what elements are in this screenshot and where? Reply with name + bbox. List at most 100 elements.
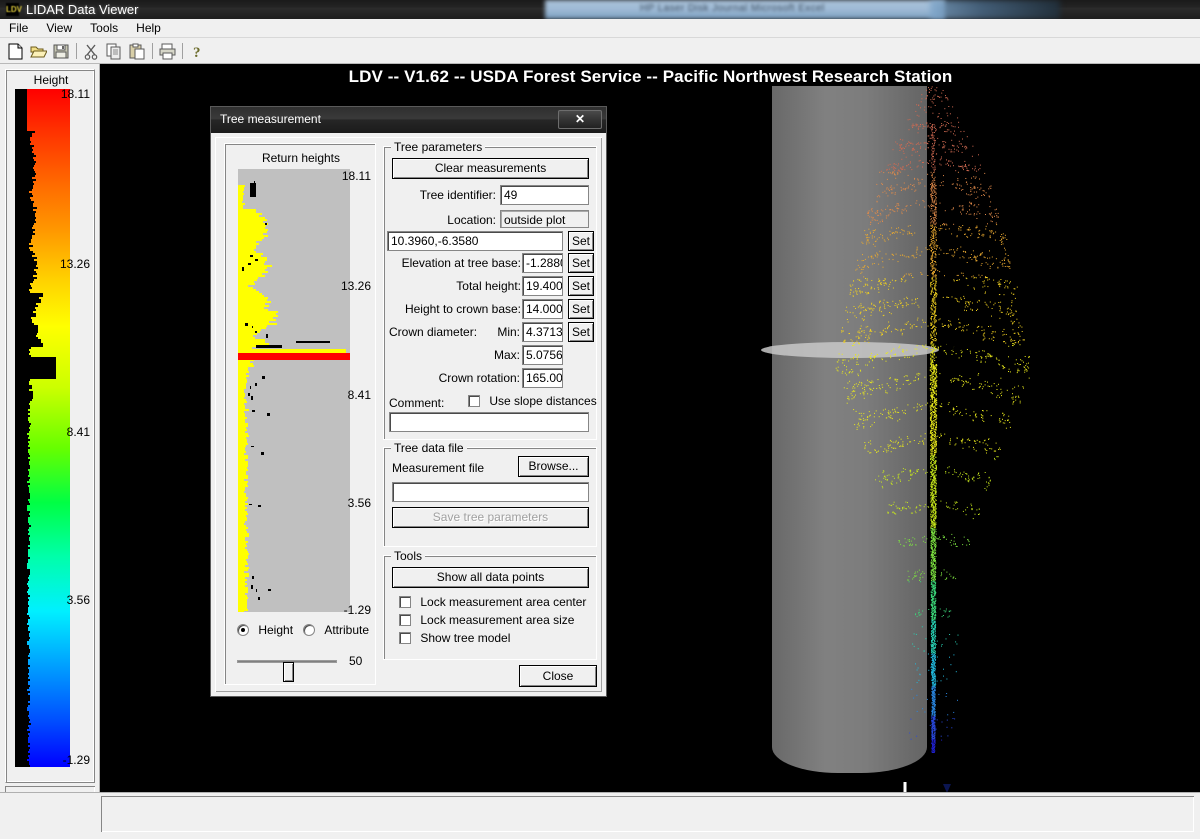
new-document-icon bbox=[8, 43, 23, 60]
location-label: Location: bbox=[447, 213, 496, 227]
set-crown-base-button[interactable]: Set bbox=[568, 299, 594, 319]
show-tree-model-label: Show tree model bbox=[420, 631, 511, 645]
lock-measurement-area-center-label: Lock measurement area center bbox=[420, 595, 587, 609]
return-heights-title: Return heights bbox=[261, 151, 341, 165]
radio-height-label: Height bbox=[258, 623, 294, 637]
open-folder-icon bbox=[30, 46, 47, 58]
height-histogram-canvas[interactable] bbox=[15, 89, 70, 767]
app-icon: LDV bbox=[6, 3, 22, 16]
coordinates-input[interactable]: 10.3960,-6.3580 bbox=[387, 231, 563, 251]
radio-attribute-label: Attribute bbox=[324, 623, 370, 637]
tree-identifier-label: Tree identifier: bbox=[419, 188, 496, 202]
return-heights-plot[interactable] bbox=[238, 169, 350, 612]
radio-attribute-indicator[interactable] bbox=[303, 624, 315, 636]
tree-height-annotation: 12.51 bbox=[943, 335, 986, 354]
show-all-data-points-button[interactable]: Show all data points bbox=[392, 567, 589, 588]
radio-attribute[interactable]: Attribute bbox=[303, 623, 369, 637]
point-size-slider-track[interactable] bbox=[237, 660, 337, 682]
open-file-button[interactable] bbox=[27, 41, 50, 62]
set-crown-diameter-button[interactable]: Set bbox=[568, 322, 594, 342]
return-heights-label-2: 13.26 bbox=[340, 279, 371, 293]
tree-identifier-input[interactable]: 49 bbox=[500, 185, 589, 205]
lock-measurement-area-size-checkbox[interactable] bbox=[399, 614, 411, 626]
save-tree-parameters-button[interactable]: Save tree parameters bbox=[392, 507, 589, 528]
crown-base-input[interactable]: 14.0000 bbox=[522, 299, 563, 319]
help-button[interactable]: ? bbox=[186, 41, 209, 62]
point-size-slider-value: 50 bbox=[349, 654, 363, 668]
toolbar-separator-1 bbox=[73, 41, 80, 61]
return-heights-label-4: 3.56 bbox=[347, 496, 371, 510]
toolbar-separator-3 bbox=[179, 41, 186, 61]
toolbar: ? bbox=[0, 38, 1200, 64]
tree-measurement-dialog[interactable]: Tree measurement ✕ Return heights 18.11 … bbox=[210, 106, 607, 697]
origin-axis-indicator bbox=[903, 782, 951, 792]
return-heights-label-min: -1.29 bbox=[343, 603, 371, 617]
dialog-titlebar[interactable]: Tree measurement ✕ bbox=[211, 107, 606, 133]
total-height-input[interactable]: 19.4000 bbox=[522, 276, 563, 296]
crown-base-marker-line[interactable] bbox=[238, 353, 350, 360]
cut-scissors-icon bbox=[84, 44, 98, 60]
menu-tools[interactable]: Tools bbox=[81, 19, 127, 38]
set-total-height-button[interactable]: Set bbox=[568, 276, 594, 296]
return-heights-label-max: 18.11 bbox=[341, 169, 371, 183]
height-histogram-title: Height bbox=[33, 73, 69, 87]
dialog-close-icon[interactable]: ✕ bbox=[558, 110, 602, 129]
set-elevation-button[interactable]: Set bbox=[568, 253, 594, 273]
paste-button[interactable] bbox=[126, 41, 149, 62]
titlebar-glass-decor-right bbox=[930, 0, 1060, 19]
menu-view[interactable]: View bbox=[37, 19, 81, 38]
comment-label: Comment: bbox=[389, 396, 445, 410]
browse-button-label: Browse... bbox=[528, 459, 579, 473]
lock-measurement-area-center-toggle[interactable]: Lock measurement area center bbox=[393, 595, 586, 609]
menubar: File View Tools Help bbox=[0, 19, 1200, 38]
statusbar bbox=[101, 796, 1194, 832]
height-scale-label-2: 13.26 bbox=[59, 257, 90, 271]
show-tree-model-toggle[interactable]: Show tree model bbox=[393, 631, 510, 645]
crown-min-input[interactable]: 4.3713 bbox=[522, 322, 563, 342]
crown-max-label: Max: bbox=[493, 348, 520, 362]
total-height-label: Total height: bbox=[456, 279, 521, 293]
dialog-close-button[interactable]: Close bbox=[519, 665, 597, 687]
crown-rotation-label: Crown rotation: bbox=[438, 371, 520, 385]
location-value: outside plot bbox=[500, 210, 589, 228]
elevation-input[interactable]: -1.2880 bbox=[522, 253, 563, 273]
svg-text:?: ? bbox=[193, 45, 201, 60]
tree-data-file-group: Tree data file Measurement file Browse..… bbox=[383, 441, 597, 547]
crown-min-label: Min: bbox=[497, 325, 520, 339]
crown-max-input[interactable]: 5.0756 bbox=[522, 345, 563, 365]
help-question-icon: ? bbox=[193, 45, 201, 60]
point-size-slider-thumb[interactable] bbox=[283, 662, 294, 682]
measurement-file-input[interactable] bbox=[392, 482, 589, 502]
cut-button[interactable] bbox=[80, 41, 103, 62]
print-button[interactable] bbox=[156, 41, 179, 62]
os-window-titlebar[interactable]: HP Laser Disk Journal Microsoft Excel LD… bbox=[0, 0, 1200, 19]
radio-height-indicator[interactable] bbox=[237, 624, 249, 636]
lock-measurement-area-size-toggle[interactable]: Lock measurement area size bbox=[393, 613, 574, 627]
lock-measurement-area-center-checkbox[interactable] bbox=[399, 596, 411, 608]
show-tree-model-checkbox[interactable] bbox=[399, 632, 411, 644]
dialog-title: Tree measurement bbox=[220, 112, 321, 126]
height-histogram-bars bbox=[15, 89, 70, 767]
save-button[interactable] bbox=[50, 41, 73, 62]
clear-measurements-button[interactable]: Clear measurements bbox=[392, 158, 589, 179]
tree-point-cloud bbox=[835, 86, 1030, 753]
background-window-ghost-text: HP Laser Disk Journal Microsoft Excel bbox=[640, 3, 825, 14]
menu-file[interactable]: File bbox=[0, 19, 37, 38]
point-size-slider-row: 50 bbox=[237, 651, 373, 682]
elevation-label: Elevation at tree base: bbox=[401, 256, 521, 270]
new-document-button[interactable] bbox=[4, 41, 27, 62]
return-heights-panel: Return heights 18.11 13.26 8.41 3.56 -1.… bbox=[224, 143, 376, 685]
browse-button[interactable]: Browse... bbox=[518, 456, 589, 477]
radio-height[interactable]: Height bbox=[237, 623, 293, 637]
copy-button[interactable] bbox=[103, 41, 126, 62]
paste-icon bbox=[129, 43, 145, 60]
use-slope-distances-toggle[interactable]: Use slope distances bbox=[462, 394, 597, 408]
menu-help[interactable]: Help bbox=[127, 19, 170, 38]
height-scale-label-3: 8.41 bbox=[66, 425, 90, 439]
toolbar-separator-2 bbox=[149, 41, 156, 61]
save-disk-icon bbox=[53, 44, 69, 59]
set-coordinates-button[interactable]: Set bbox=[568, 231, 594, 251]
comment-input[interactable] bbox=[389, 412, 589, 432]
use-slope-distances-checkbox[interactable] bbox=[468, 395, 480, 407]
crown-rotation-input[interactable]: 165.0000 bbox=[522, 368, 563, 388]
